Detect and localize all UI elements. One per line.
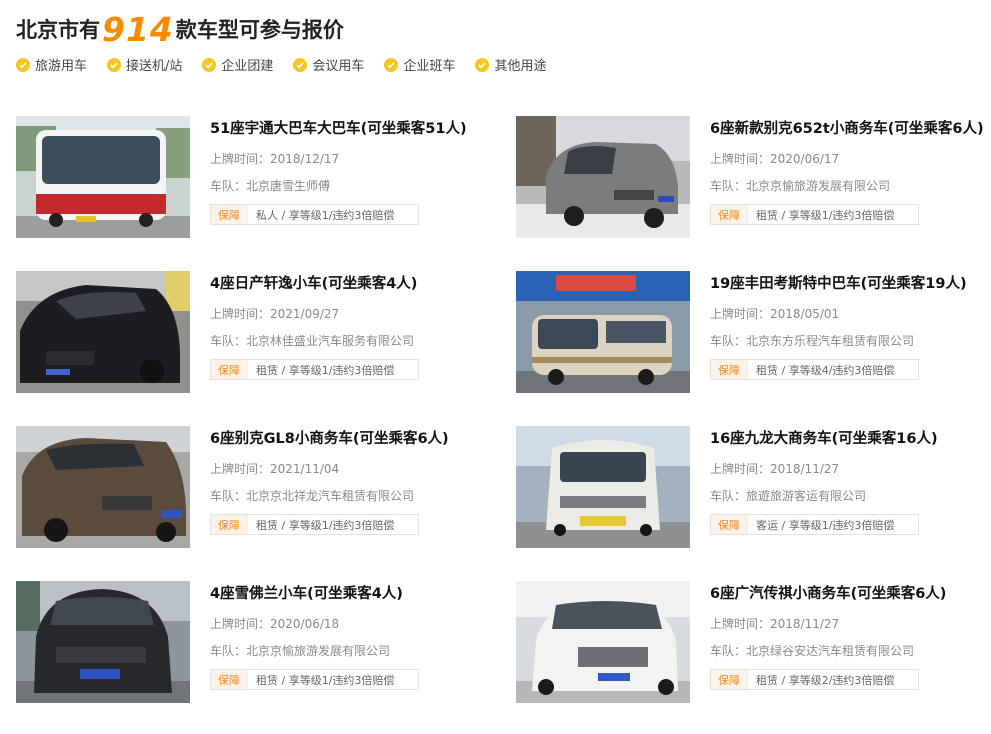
guarantee-badge: 保障 [711,515,748,534]
check-circle-icon [293,57,308,72]
car-photo-coaster-minibus[interactable] [516,271,690,393]
tag-label: 旅游用车 [35,59,88,74]
car-card: 6座别克GL8小商务车(可坐乘客6人) 上牌时间：2021/11/04 车队：北… [16,426,491,550]
guarantee-badge: 保障 [711,670,748,689]
check-circle-icon [384,57,399,72]
car-card: 4座日产轩逸小车(可坐乘客4人) 上牌时间：2021/09/27 车队：北京林佳… [16,271,491,395]
car-title[interactable]: 4座雪佛兰小车(可坐乘客4人) [210,582,403,603]
car-title[interactable]: 51座宇通大巴车大巴车(可坐乘客51人) [210,117,467,138]
car-photo-white-van[interactable] [516,426,690,548]
guarantee-badge: 保障 [711,360,748,379]
insurance-text: 客运 / 享等级1/违约3倍赔偿 [756,518,895,532]
tag-travel[interactable]: 旅游用车 [16,55,87,74]
title-prefix: 北京市有 [16,18,100,42]
tag-label: 会议用车 [312,59,365,74]
usage-tags: 旅游用车 接送机/站 企业团建 会议用车 企业班车 其他用途 [16,55,566,74]
vehicle-count: 914 [102,10,174,49]
car-title[interactable]: 4座日产轩逸小车(可坐乘客4人) [210,272,417,293]
insurance-text: 私人 / 享等级1/违约3倍赔偿 [256,208,395,222]
insurance-info: 保障 客运 / 享等级1/违约3倍赔偿 [710,514,919,535]
car-title[interactable]: 6座广汽传祺小商务车(可坐乘客6人) [710,582,946,603]
fleet-name: 车队：北京东方乐程汽车租赁有限公司 [710,334,915,348]
plate-date: 上牌时间：2018/12/17 [210,152,340,166]
fleet-name: 车队：北京唐雪生师傅 [210,179,331,193]
tag-label: 企业团建 [221,59,274,74]
tag-team-building[interactable]: 企业团建 [202,55,273,74]
car-card: 51座宇通大巴车大巴车(可坐乘客51人) 上牌时间：2018/12/17 车队：… [16,116,491,240]
insurance-text: 租赁 / 享等级1/违约3倍赔偿 [256,363,395,377]
car-card: 6座新款别克652t小商务车(可坐乘客6人) 上牌时间：2020/06/17 车… [516,116,991,240]
tag-label: 接送机/站 [126,59,183,74]
insurance-text: 租赁 / 享等级2/违约3倍赔偿 [756,673,895,687]
fleet-name: 车队：北京京愉旅游发展有限公司 [710,179,891,193]
car-card: 6座广汽传祺小商务车(可坐乘客6人) 上牌时间：2018/11/27 车队：北京… [516,581,991,705]
insurance-text: 租赁 / 享等级4/违约3倍赔偿 [756,363,895,377]
car-photo-grey-mpv[interactable] [516,116,690,238]
car-card: 19座丰田考斯特中巴车(可坐乘客19人) 上牌时间：2018/05/01 车队：… [516,271,991,395]
check-circle-icon [16,57,30,72]
title-suffix: 款车型可参与报价 [175,18,344,42]
car-photo-black-sedan[interactable] [16,271,190,393]
insurance-info: 保障 私人 / 享等级1/违约3倍赔偿 [210,204,419,225]
page-title: 北京市有 914 款车型可参与报价 [16,0,344,50]
page: 北京市有 914 款车型可参与报价 旅游用车 接送机/站 企业团建 会议用车 企… [0,0,991,734]
plate-date: 上牌时间：2018/05/01 [710,307,840,321]
tag-label: 企业班车 [403,59,456,74]
tag-shuttle[interactable]: 企业班车 [384,55,455,74]
fleet-name: 车队：北京绿谷安达汽车租赁有限公司 [710,644,915,658]
fleet-name: 车队：北京京北祥龙汽车租赁有限公司 [210,489,415,503]
guarantee-badge: 保障 [211,670,248,689]
plate-date: 上牌时间：2018/11/27 [710,462,840,476]
fleet-name: 车队：北京京愉旅游发展有限公司 [210,644,391,658]
insurance-info: 保障 租赁 / 享等级4/违约3倍赔偿 [710,359,919,380]
car-title[interactable]: 16座九龙大商务车(可坐乘客16人) [710,427,938,448]
tag-label: 其他用途 [494,59,547,74]
car-photo-white-mpv[interactable] [516,581,690,703]
check-circle-icon [475,57,490,72]
fleet-name: 车队：北京林佳盛业汽车服务有限公司 [210,334,415,348]
car-card: 16座九龙大商务车(可坐乘客16人) 上牌时间：2018/11/27 车队：旅遊… [516,426,991,550]
plate-date: 上牌时间：2018/11/27 [710,617,840,631]
insurance-info: 保障 租赁 / 享等级1/违约3倍赔偿 [210,359,419,380]
guarantee-badge: 保障 [211,515,248,534]
car-photo-black-suv[interactable] [16,581,190,703]
insurance-info: 保障 租赁 / 享等级1/违约3倍赔偿 [210,514,419,535]
plate-date: 上牌时间：2021/09/27 [210,307,340,321]
check-circle-icon [107,57,122,72]
tag-meeting[interactable]: 会议用车 [293,55,364,74]
plate-date: 上牌时间：2020/06/17 [710,152,840,166]
insurance-text: 租赁 / 享等级1/违约3倍赔偿 [756,208,895,222]
plate-date: 上牌时间：2020/06/18 [210,617,340,631]
insurance-info: 保障 租赁 / 享等级1/违约3倍赔偿 [710,204,919,225]
guarantee-badge: 保障 [211,360,248,379]
insurance-info: 保障 租赁 / 享等级2/违约3倍赔偿 [710,669,919,690]
car-photo-coach-bus[interactable] [16,116,190,238]
car-title[interactable]: 19座丰田考斯特中巴车(可坐乘客19人) [710,272,967,293]
car-photo-brown-mpv[interactable] [16,426,190,548]
car-title[interactable]: 6座新款别克652t小商务车(可坐乘客6人) [710,117,984,138]
tag-other[interactable]: 其他用途 [475,55,546,74]
car-card: 4座雪佛兰小车(可坐乘客4人) 上牌时间：2020/06/18 车队：北京京愉旅… [16,581,491,705]
check-circle-icon [202,57,217,72]
insurance-text: 租赁 / 享等级1/违约3倍赔偿 [256,518,395,532]
fleet-name: 车队：旅遊旅游客运有限公司 [710,489,867,503]
tag-airport-transfer[interactable]: 接送机/站 [107,55,182,74]
insurance-text: 租赁 / 享等级1/违约3倍赔偿 [256,673,395,687]
insurance-info: 保障 租赁 / 享等级1/违约3倍赔偿 [210,669,419,690]
plate-date: 上牌时间：2021/11/04 [210,462,340,476]
guarantee-badge: 保障 [711,205,748,224]
guarantee-badge: 保障 [211,205,248,224]
car-title[interactable]: 6座别克GL8小商务车(可坐乘客6人) [210,427,449,448]
